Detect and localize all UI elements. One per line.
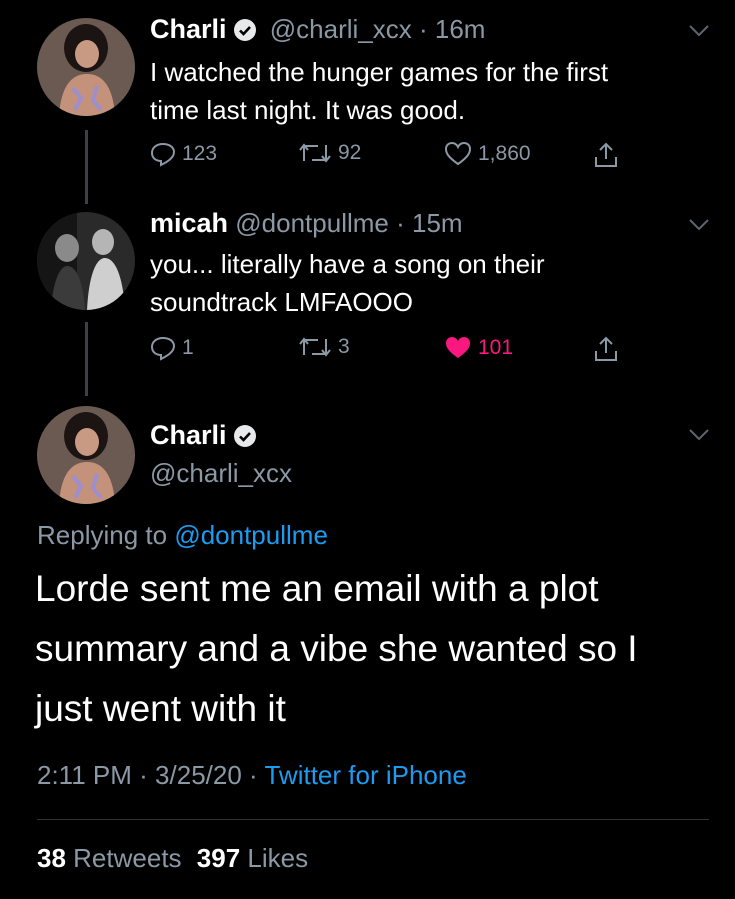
- tweet-header: Charli @charli_xcx · 16m: [150, 14, 485, 49]
- likes-stat[interactable]: 397 Likes: [197, 843, 308, 873]
- tweet-text-line: soundtrack LMFAOOO: [150, 287, 413, 317]
- reply-count: 1: [182, 336, 194, 359]
- main-tweet-text: Lorde sent me an email with a plot summa…: [35, 559, 638, 739]
- likes-label: Likes: [247, 843, 309, 873]
- timestamp[interactable]: 15m: [412, 208, 463, 238]
- avatar[interactable]: [37, 212, 135, 310]
- like-button[interactable]: 1,860: [444, 141, 531, 167]
- heart-icon: [444, 141, 472, 166]
- separator: ·: [418, 14, 428, 44]
- heart-icon: [446, 337, 470, 358]
- share-icon: [595, 336, 617, 361]
- retweet-button[interactable]: 3: [298, 335, 350, 359]
- chevron-down-icon[interactable]: [688, 24, 710, 43]
- avatar[interactable]: [37, 18, 135, 116]
- engagement-stats: 38 Retweets 397 Likes: [37, 843, 308, 874]
- tweet-text-line: you... literally have a song on their: [150, 249, 545, 279]
- likes-count: 397: [196, 843, 241, 873]
- separator: ·: [396, 208, 405, 238]
- divider: [37, 819, 709, 820]
- verified-icon: [233, 18, 257, 49]
- like-count: 1,860: [478, 142, 531, 165]
- handle[interactable]: @charli_xcx: [150, 458, 292, 489]
- reply-icon: [150, 336, 176, 361]
- tweet-actions: 1 3 101: [0, 335, 735, 365]
- tweet-date[interactable]: 3/25/20: [155, 760, 242, 790]
- like-button[interactable]: 101: [444, 335, 513, 361]
- main-tweet-text-line: Lorde sent me an email with a plot: [35, 568, 599, 609]
- tweet-text-line: time last night. It was good.: [150, 95, 466, 125]
- tweet-actions: 123 92 1,860: [0, 141, 735, 171]
- author-name-row: Charli: [150, 420, 257, 453]
- replying-handle-link[interactable]: @dontpullme: [174, 520, 328, 550]
- reply-button[interactable]: 123: [150, 141, 217, 167]
- chevron-down-icon[interactable]: [688, 428, 710, 447]
- replying-label: Replying to: [37, 520, 168, 550]
- separator: ·: [249, 760, 258, 790]
- avatar[interactable]: [37, 406, 135, 504]
- source-link[interactable]: Twitter for iPhone: [264, 760, 466, 790]
- tweet-text: I watched the hunger games for the first…: [150, 53, 608, 129]
- chevron-down-icon[interactable]: [688, 218, 710, 237]
- retweets-label: Retweets: [73, 843, 182, 873]
- retweets-stat[interactable]: 38 Retweets: [37, 843, 189, 873]
- tweet-text: you... literally have a song on their so…: [150, 245, 545, 321]
- reply-icon: [150, 142, 176, 167]
- retweet-icon: [299, 143, 331, 163]
- share-button[interactable]: [593, 335, 625, 363]
- display-name[interactable]: Charli: [150, 14, 227, 44]
- like-count: 101: [478, 336, 514, 359]
- reply-count: 123: [182, 142, 218, 165]
- verified-icon: [233, 424, 257, 453]
- retweet-count: 3: [338, 335, 350, 358]
- timestamp[interactable]: 16m: [435, 14, 486, 44]
- share-icon: [595, 142, 617, 167]
- main-tweet-text-line: just went with it: [35, 688, 286, 729]
- handle[interactable]: @dontpullme: [235, 208, 389, 238]
- tweet-time[interactable]: 2:11 PM: [37, 760, 132, 790]
- tweet-text-line: I watched the hunger games for the first: [150, 57, 609, 87]
- share-button[interactable]: [593, 141, 625, 169]
- retweets-count: 38: [37, 843, 66, 873]
- separator: ·: [139, 760, 148, 790]
- handle[interactable]: @charli_xcx: [270, 14, 412, 44]
- display-name[interactable]: Charli: [150, 420, 227, 450]
- reply-button[interactable]: 1: [150, 335, 194, 361]
- retweet-count: 92: [338, 141, 362, 164]
- retweet-icon: [299, 337, 331, 357]
- main-tweet-text-line: summary and a vibe she wanted so I: [35, 628, 638, 669]
- display-name[interactable]: micah: [150, 208, 228, 238]
- tweet-header: micah @dontpullme · 15m: [150, 208, 463, 239]
- replying-to: Replying to @dontpullme: [37, 520, 328, 551]
- tweet-meta: 2:11 PM · 3/25/20 · Twitter for iPhone: [37, 760, 467, 791]
- retweet-button[interactable]: 92: [298, 141, 361, 165]
